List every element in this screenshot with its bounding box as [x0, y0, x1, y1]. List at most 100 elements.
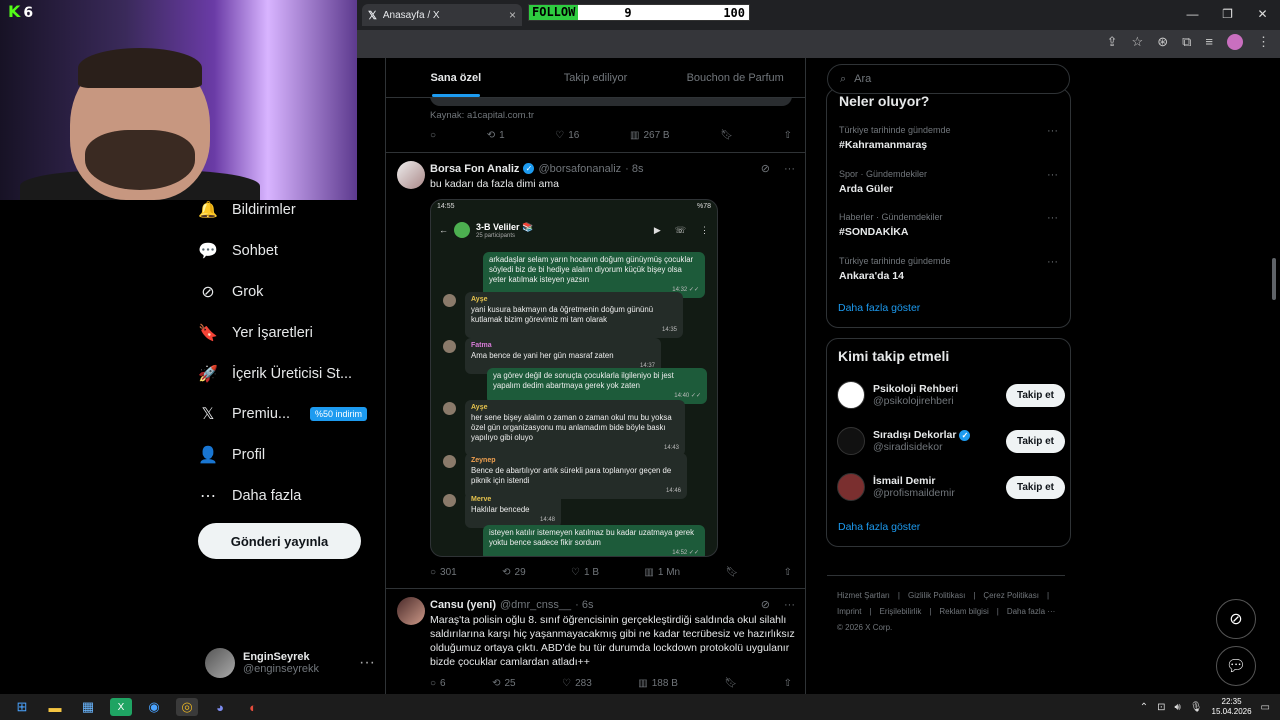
- footer-link[interactable]: Imprint: [837, 607, 861, 616]
- nav-item-2[interactable]: ⊘ Grok: [198, 272, 378, 313]
- show-more-follow-link[interactable]: Daha fazla göster: [838, 521, 920, 533]
- views-button[interactable]: ▥ 267 B: [630, 130, 670, 141]
- media-icon[interactable]: ≡: [1205, 34, 1213, 50]
- footer-link[interactable]: Reklam bilgisi: [939, 607, 988, 616]
- minimize-button[interactable]: —: [1175, 0, 1210, 30]
- messages-fab-button[interactable]: 💬︎: [1216, 646, 1256, 686]
- steam-icon[interactable]: ◉: [143, 698, 165, 716]
- obs-icon[interactable]: ◐: [242, 698, 264, 716]
- footer-link[interactable]: Daha fazla ···: [1007, 607, 1055, 616]
- grok-icon[interactable]: ⊘: [761, 162, 770, 175]
- post-button[interactable]: Gönderi yayınla: [198, 523, 361, 559]
- star-icon[interactable]: ☆: [1132, 34, 1144, 50]
- footer-link[interactable]: Hizmet Şartları: [837, 591, 890, 600]
- author-handle[interactable]: @dmr_cnss__: [500, 599, 571, 611]
- bookmark-icon[interactable]: 🔖︎: [725, 567, 738, 578]
- file-explorer-icon[interactable]: ▬: [44, 698, 66, 716]
- views-button[interactable]: ▥ 1 Mn: [644, 567, 680, 578]
- menu-icon[interactable]: ⋮: [1257, 34, 1270, 50]
- author-handle[interactable]: @borsafonanaliz: [538, 163, 621, 175]
- tweet-time[interactable]: · 8s: [625, 163, 643, 175]
- nav-item-3[interactable]: 🔖 Yer İşaretleri: [198, 312, 378, 353]
- avatar[interactable]: [397, 597, 425, 625]
- footer-link[interactable]: Çerez Politikası: [983, 591, 1039, 600]
- follow-button[interactable]: Takip et: [1005, 475, 1065, 499]
- bookmark-icon[interactable]: 🔖︎: [720, 130, 733, 141]
- more-dots-icon[interactable]: ···: [784, 599, 795, 611]
- retweet-button[interactable]: ⟲ 25: [492, 678, 516, 689]
- suggested-account[interactable]: İsmail Demir @profismaildemir Takip et: [837, 473, 1065, 501]
- grok-icon[interactable]: ⊘: [761, 598, 770, 611]
- excel-icon[interactable]: X: [110, 698, 132, 716]
- grok-fab-button[interactable]: ⊘: [1216, 599, 1256, 639]
- nav-item-1[interactable]: 💬 Sohbet: [198, 231, 378, 272]
- reply-button[interactable]: ○ 6: [430, 678, 446, 689]
- profile-avatar-icon[interactable]: [1227, 34, 1243, 50]
- trend-item[interactable]: Haberler · Gündemdekiler #SONDAKİKA ···: [839, 212, 1064, 238]
- tweet-time[interactable]: · 6s: [575, 599, 593, 611]
- close-window-button[interactable]: ✕: [1245, 0, 1280, 30]
- trend-item[interactable]: Spor · Gündemdekiler Arda Güler ···: [839, 169, 1064, 195]
- avatar[interactable]: [837, 427, 865, 455]
- nav-item-5[interactable]: 𝕏 Premiu... %50 indirim: [198, 394, 378, 435]
- nav-item-7[interactable]: ⋯ Daha fazla: [198, 476, 378, 517]
- tab-following[interactable]: Takip ediliyor: [526, 58, 666, 97]
- avatar[interactable]: [837, 473, 865, 501]
- more-dots-icon[interactable]: ···: [1047, 256, 1058, 268]
- notifications-icon[interactable]: ▭: [1261, 702, 1270, 713]
- scrollbar[interactable]: [1272, 258, 1276, 300]
- volume-icon[interactable]: 🔊︎: [1174, 702, 1180, 713]
- follow-button[interactable]: Takip et: [1005, 383, 1065, 407]
- tab-list[interactable]: Bouchon de Parfum: [665, 58, 805, 97]
- footer-link[interactable]: Erişilebilirlik: [880, 607, 922, 616]
- tab-close-icon[interactable]: ×: [509, 8, 516, 22]
- puzzle-icon[interactable]: ⧉: [1182, 34, 1191, 50]
- discord-icon[interactable]: ◕: [209, 698, 231, 716]
- bookmark-icon[interactable]: 🔖︎: [724, 678, 737, 689]
- trend-item[interactable]: Türkiye tarihinde gündemde Ankara'da 14 ··…: [839, 256, 1064, 282]
- more-dots-icon[interactable]: ···: [359, 654, 375, 672]
- nav-item-0[interactable]: 🔔 Bildirimler: [198, 190, 378, 231]
- retweet-button[interactable]: ⟲ 1: [487, 130, 505, 141]
- avatar[interactable]: [397, 161, 425, 189]
- like-button[interactable]: ♡ 283: [562, 678, 592, 689]
- suggested-account[interactable]: Psikoloji Rehberi @psikolojirehberi Takip …: [837, 381, 1065, 409]
- views-button[interactable]: ▥ 188 B: [638, 678, 678, 689]
- tab-for-you[interactable]: Sana özel: [386, 58, 526, 97]
- cast-icon[interactable]: ⇪: [1107, 34, 1118, 50]
- search-input[interactable]: ⌕ Ara: [827, 64, 1070, 94]
- author-name[interactable]: Borsa Fon Analiz: [430, 163, 519, 175]
- footer-link[interactable]: Gizlilik Politikası: [908, 591, 965, 600]
- restore-button[interactable]: ❐: [1210, 0, 1245, 30]
- network-icon[interactable]: ⊡: [1157, 702, 1165, 713]
- show-more-trends-link[interactable]: Daha fazla göster: [838, 302, 920, 314]
- share-icon[interactable]: ⇧: [784, 567, 792, 578]
- trend-item[interactable]: Türkiye tarihinde gündemde #Kahramanmaraş…: [839, 125, 1064, 151]
- nav-item-6[interactable]: 👤 Profil: [198, 435, 378, 476]
- clock[interactable]: 22:35 15.04.2026: [1212, 697, 1252, 717]
- footer-link[interactable]: © 2026 X Corp.: [837, 623, 892, 632]
- more-dots-icon[interactable]: ···: [1047, 169, 1058, 181]
- calculator-icon[interactable]: ▦: [77, 698, 99, 716]
- like-button[interactable]: ♡ 16: [555, 130, 579, 141]
- account-switcher[interactable]: EnginSeyrek @enginseyrekk ···: [205, 648, 375, 678]
- reply-button[interactable]: ○ 301: [430, 567, 457, 578]
- reply-icon[interactable]: ○: [430, 130, 436, 141]
- nav-item-4[interactable]: 🚀 İçerik Üreticisi St...: [198, 353, 378, 394]
- more-dots-icon[interactable]: ···: [1047, 212, 1058, 224]
- avatar[interactable]: [837, 381, 865, 409]
- retweet-button[interactable]: ⟲ 29: [502, 567, 526, 578]
- more-dots-icon[interactable]: ···: [784, 163, 795, 175]
- share-icon[interactable]: ⇧: [784, 678, 792, 689]
- microphone-icon[interactable]: 🎙︎: [1190, 702, 1203, 713]
- extension-icon[interactable]: ⊛: [1157, 34, 1168, 50]
- more-dots-icon[interactable]: ···: [1047, 125, 1058, 137]
- like-button[interactable]: ♡ 1 B: [571, 567, 599, 578]
- chrome-icon[interactable]: ◎: [176, 698, 198, 716]
- browser-tab[interactable]: 𝕏 Anasayfa / X ×: [362, 4, 522, 26]
- author-name[interactable]: Cansu (yeni): [430, 599, 496, 611]
- share-icon[interactable]: ⇧: [784, 130, 792, 141]
- suggested-account[interactable]: Sıradışı Dekorlar ✓ @siradisidekor Takip et: [837, 427, 1065, 455]
- tray-chevron-icon[interactable]: ⌃: [1140, 702, 1148, 713]
- tweet-image-chat-screenshot[interactable]: 14:55 %78 ← 3-B Veliler 📚 25 participant…: [430, 199, 718, 557]
